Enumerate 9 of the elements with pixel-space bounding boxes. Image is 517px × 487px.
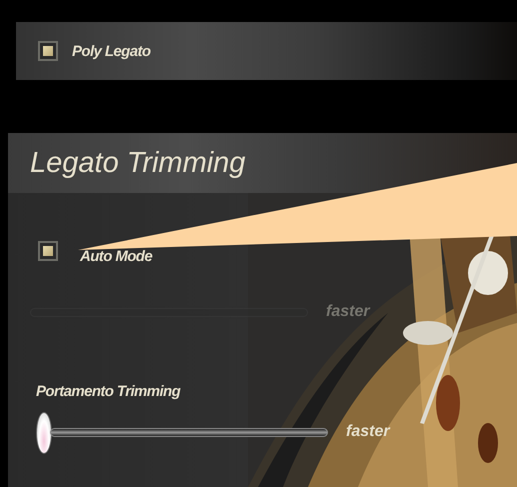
slider-end-label: faster bbox=[346, 423, 390, 441]
slider-label: Portamento Trimming bbox=[36, 383, 180, 400]
poly-legato-checkbox[interactable] bbox=[38, 41, 58, 61]
slider-end-label: faster bbox=[326, 303, 370, 321]
section-title: Legato Trimming bbox=[30, 146, 246, 180]
checkbox-label: Poly Legato bbox=[72, 42, 150, 60]
slider-thumb[interactable] bbox=[36, 412, 52, 454]
auto-mode-checkbox[interactable] bbox=[38, 241, 58, 261]
checkbox-label: Auto Mode bbox=[80, 248, 152, 265]
